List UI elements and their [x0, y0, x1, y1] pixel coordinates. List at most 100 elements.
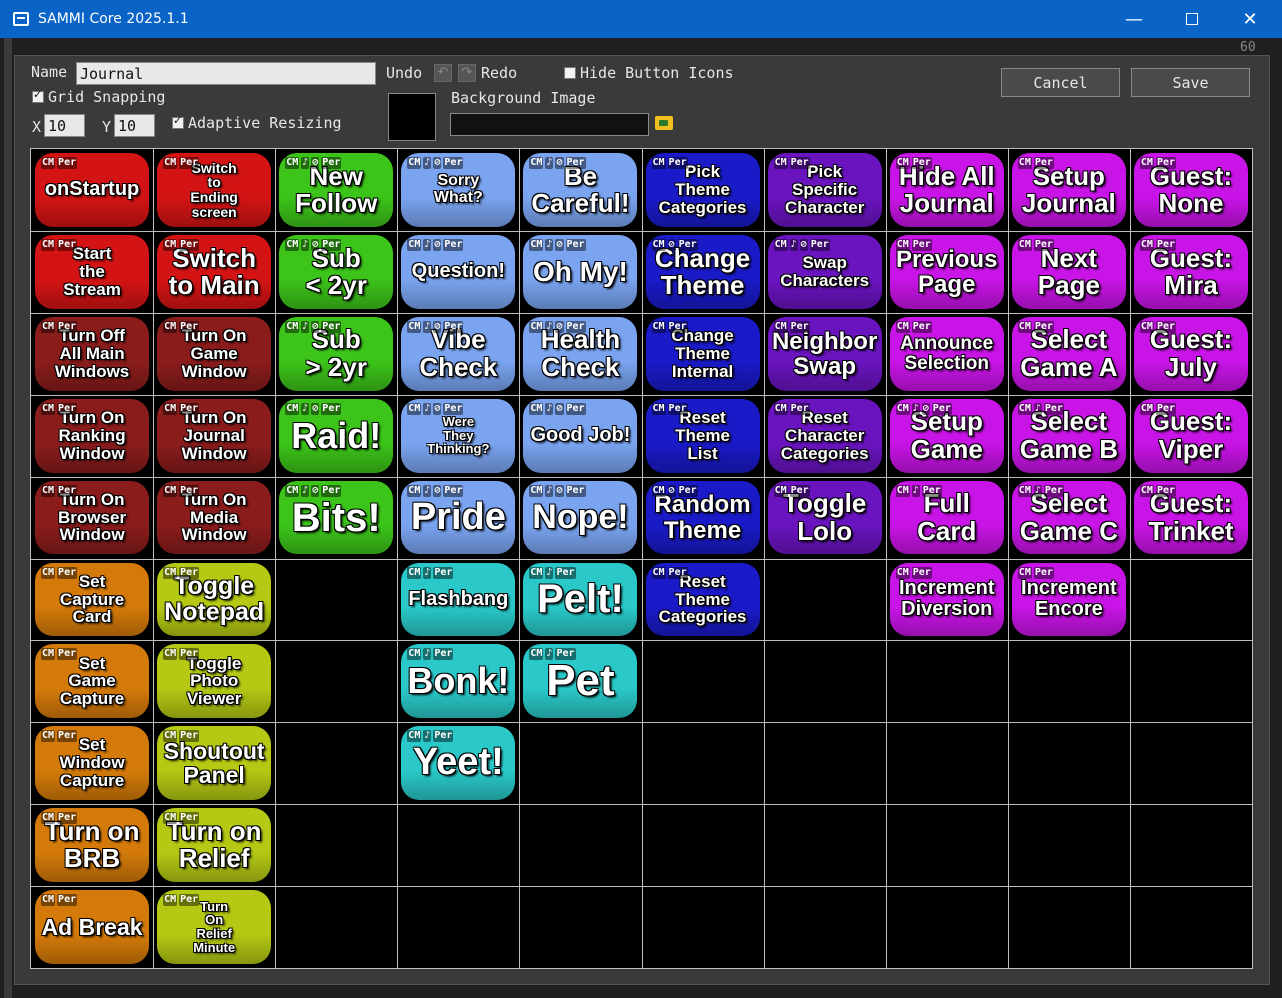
badge-icon: Per	[443, 484, 464, 497]
hide-icons-checkbox[interactable]	[564, 67, 576, 79]
grid-button[interactable]: CM Per Turn On Browser Window	[35, 480, 149, 555]
name-input[interactable]	[76, 62, 376, 85]
grid-button[interactable]: CM ♪ ⊘ Per Pride	[401, 480, 515, 555]
grid-button[interactable]: CM Per Pick Specific Character	[768, 153, 882, 227]
badge-icon: Per	[565, 484, 586, 497]
grid-button[interactable]: CM Per Toggle Notepad	[157, 562, 271, 637]
grid-button[interactable]: CM Per Increment Encore	[1012, 562, 1126, 637]
grid-button[interactable]: CM Per Guest: Mira	[1134, 234, 1248, 309]
grid-button[interactable]: CM ♪ ⊘ Per Nope!	[523, 480, 637, 555]
grid-button[interactable]: CM Per Guest: Viper	[1134, 398, 1248, 473]
grid-button[interactable]: CM ♪ ⊘ Per Raid!	[279, 398, 393, 473]
grid-button[interactable]: CM Per Set Window Capture	[35, 726, 149, 801]
grid-button[interactable]: CM Per Turn Off All Main Windows	[35, 316, 149, 391]
y-input[interactable]	[114, 114, 155, 137]
grid-button[interactable]: CM Per Guest: None	[1134, 153, 1248, 227]
grid-button[interactable]: CM ♪ ⊘ Per Be Careful!	[523, 153, 637, 227]
cancel-button[interactable]: Cancel	[1001, 68, 1120, 97]
grid-button[interactable]: CM Per Pick Theme Categories	[646, 153, 760, 227]
badge-icon: CM	[163, 894, 178, 907]
grid-button[interactable]: CM Per Turn On Ranking Window	[35, 398, 149, 473]
grid-button[interactable]: CM ♪ Per Yeet!	[401, 726, 515, 801]
button-badges: CM ♪ Per	[1017, 402, 1064, 415]
grid-button[interactable]: CM ♪ ⊘ Per Setup Game	[890, 398, 1004, 473]
grid-button[interactable]: CM Per Turn on Relief	[157, 808, 271, 883]
grid-button-label: Sub < 2yr	[305, 242, 367, 300]
badge-icon: CM	[1139, 238, 1154, 251]
grid-button[interactable]: CM Per Increment Diversion	[890, 562, 1004, 637]
grid-button[interactable]: CM Per Set Game Capture	[35, 644, 149, 719]
grid-button[interactable]: CM Per Switch to Main	[157, 234, 271, 309]
close-button[interactable]: ✕	[1221, 0, 1279, 38]
grid-button[interactable]: CM Per Turn On Media Window	[157, 480, 271, 555]
redo-button[interactable]: ↷	[458, 64, 476, 82]
button-grid[interactable]: CM Per onStartup CM Per Switch to Ending scre…	[30, 148, 1253, 969]
x-input[interactable]	[44, 114, 85, 137]
background-image-input[interactable]	[450, 113, 649, 136]
grid-button[interactable]: CM Per Guest: July	[1134, 316, 1248, 391]
grid-button[interactable]: CM ♪ Per Pet	[523, 644, 637, 719]
adaptive-resizing-checkbox[interactable]	[172, 114, 184, 129]
grid-button-label: Shoutout Panel	[163, 738, 265, 789]
grid-button[interactable]: CM ♪ Per Pelt!	[523, 562, 637, 637]
undo-button[interactable]: ↶	[434, 64, 452, 82]
grid-button[interactable]: CM Per onStartup	[35, 153, 149, 227]
grid-button[interactable]: CM Per Announce Selection	[890, 316, 1004, 391]
grid-button[interactable]: CM Per Reset Character Categories	[768, 398, 882, 473]
grid-snapping-checkbox[interactable]	[32, 88, 44, 103]
grid-button[interactable]: CM ⊘ Per Random Theme	[646, 480, 760, 555]
grid-button[interactable]: CM ♪ ⊘ Per Sub > 2yr	[279, 316, 393, 391]
grid-button[interactable]: CM Per Select Game A	[1012, 316, 1126, 391]
button-badges: CM Per	[163, 484, 200, 497]
grid-button[interactable]: CM Per Switch to Ending screen	[157, 153, 271, 227]
grid-button[interactable]: CM ♪ ⊘ Per Vibe Check	[401, 316, 515, 391]
grid-button[interactable]: CM Per Turn On Journal Window	[157, 398, 271, 473]
grid-button-label: Random Theme	[654, 491, 751, 544]
grid-button[interactable]: CM ♪ ⊘ Per Health Check	[523, 316, 637, 391]
grid-button[interactable]: CM Per Turn On Game Window	[157, 316, 271, 391]
grid-button[interactable]: CM Per Toggle Photo Viewer	[157, 644, 271, 719]
grid-button[interactable]: CM Per Turn On Relief Minute	[157, 890, 271, 964]
grid-button[interactable]: CM ♪ ⊘ Per Oh My!	[523, 234, 637, 309]
grid-button[interactable]: CM ♪ ⊘ Per New Follow	[279, 153, 393, 227]
grid-button[interactable]: CM ♪ Per Full Card	[890, 480, 1004, 555]
grid-button[interactable]: CM ♪ Per Flashbang	[401, 562, 515, 637]
grid-button[interactable]: CM Per Change Theme Internal	[646, 316, 760, 391]
grid-button[interactable]: CM Per Shoutout Panel	[157, 726, 271, 801]
badge-icon: CM	[285, 238, 300, 251]
grid-button[interactable]: CM Per Setup Journal	[1012, 153, 1126, 227]
grid-button[interactable]: CM ♪ Per Select Game B	[1012, 398, 1126, 473]
badge-icon: ♪	[545, 402, 554, 415]
grid-button[interactable]: CM ♪ ⊘ Per Question!	[401, 234, 515, 309]
grid-button[interactable]: CM Per Set Capture Card	[35, 562, 149, 637]
grid-button[interactable]: CM ♪ ⊘ Per Good Job!	[523, 398, 637, 473]
grid-button[interactable]: CM ♪ ⊘ Per Bits!	[279, 480, 393, 555]
grid-button[interactable]: CM ⊘ Per Change Theme	[646, 234, 760, 309]
grid-button[interactable]: CM Per Hide All Journal	[890, 153, 1004, 227]
grid-button[interactable]: CM ♪ Per Select Game C	[1012, 480, 1126, 555]
badge-icon: Per	[443, 157, 464, 169]
grid-button[interactable]: CM Per Start the Stream	[35, 234, 149, 309]
grid-button[interactable]: CM ♪ ⊘ Per Sub < 2yr	[279, 234, 393, 309]
grid-button[interactable]: CM Per Guest: Trinket	[1134, 480, 1248, 555]
grid-button[interactable]: CM Per Reset Theme Categories	[646, 562, 760, 637]
grid-button[interactable]: CM ♪ Per Bonk!	[401, 644, 515, 719]
badge-icon: Per	[565, 157, 586, 169]
folder-icon[interactable]	[655, 116, 673, 130]
background-color-swatch[interactable]	[388, 93, 436, 141]
grid-button[interactable]: CM Per Turn on BRB	[35, 808, 149, 883]
badge-icon: Per	[565, 320, 586, 333]
grid-button[interactable]: CM Per Previous Page	[890, 234, 1004, 309]
grid-button[interactable]: CM ♪ ⊘ Per Were They Thinking?	[401, 398, 515, 473]
grid-button[interactable]: CM Per Next Page	[1012, 234, 1126, 309]
grid-button[interactable]: CM Per Ad Break	[35, 890, 149, 964]
grid-button[interactable]: CM Per Reset Theme List	[646, 398, 760, 473]
maximize-button[interactable]	[1163, 0, 1221, 38]
save-button[interactable]: Save	[1131, 68, 1250, 97]
grid-button[interactable]: CM ♪ ⊘ Per Swap Characters	[768, 234, 882, 309]
grid-button[interactable]: CM Per Toggle Lolo	[768, 480, 882, 555]
grid-button[interactable]: CM ♪ ⊘ Per Sorry What?	[401, 153, 515, 227]
grid-button[interactable]: CM Per Neighbor Swap	[768, 316, 882, 391]
badge-icon: Per	[321, 320, 342, 333]
minimize-button[interactable]: —	[1105, 0, 1163, 38]
